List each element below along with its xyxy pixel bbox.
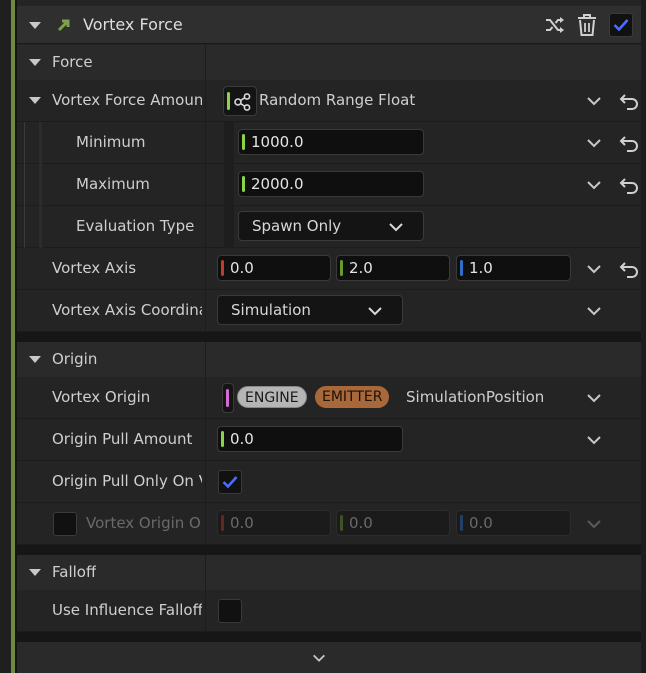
maximum-value: 2000.0 [251, 175, 304, 193]
left-gutter [0, 0, 11, 673]
module-enabled-checkbox[interactable] [609, 13, 633, 37]
chevron-down-icon[interactable] [585, 515, 603, 533]
dynamic-input-button[interactable] [223, 86, 257, 116]
right-gutter [641, 0, 646, 673]
section-force[interactable]: Force [17, 45, 641, 80]
row-origin-pull-amount: Origin Pull Amount 0.0 [17, 419, 641, 461]
maximum-input[interactable]: 2000.0 [238, 171, 424, 197]
row-evaluation-type: Evaluation Type Spawn Only [17, 206, 641, 248]
linked-input-button[interactable] [222, 383, 234, 413]
row-vortex-force-amount: Vortex Force Amoun Random Range Float [17, 80, 641, 122]
module-arrow-icon [57, 19, 70, 32]
section-origin[interactable]: Origin [17, 342, 641, 377]
row-label: Vortex Axis [52, 259, 137, 277]
engine-namespace-tag: ENGINE [237, 386, 307, 408]
row-label: Vortex Origin Of [86, 514, 201, 532]
vortex-origin-offset-x-value: 0.0 [230, 514, 254, 532]
shuffle-icon[interactable] [544, 15, 566, 35]
vortex-origin-offset-y-value: 0.0 [349, 514, 373, 532]
section-gap [17, 545, 641, 555]
chevron-down-icon[interactable] [585, 260, 603, 278]
origin-pull-only-checkbox[interactable] [218, 470, 242, 494]
expand-triangle-icon[interactable] [29, 97, 41, 104]
collapse-triangle-icon[interactable] [29, 22, 41, 29]
vortex-origin-offset-z-value: 0.0 [469, 514, 493, 532]
row-use-influence-falloff: Use Influence Falloff [17, 590, 641, 632]
section-title: Force [52, 53, 93, 71]
section-title: Falloff [52, 563, 97, 581]
module-title: Vortex Force [83, 15, 183, 34]
trash-icon[interactable] [576, 13, 598, 37]
collapse-triangle-icon[interactable] [29, 569, 41, 576]
vortex-origin-offset-y-input[interactable]: 0.0 [336, 510, 450, 536]
module-accent-bar [11, 0, 15, 673]
chevron-down-icon[interactable] [585, 92, 603, 110]
reset-arrow-icon[interactable] [619, 176, 639, 194]
row-label: Use Influence Falloff [52, 601, 202, 619]
origin-pull-amount-value: 0.0 [230, 430, 254, 448]
row-label: Vortex Force Amoun [52, 91, 202, 109]
row-label: Maximum [76, 175, 150, 193]
row-vortex-origin-offset: Vortex Origin Of 0.0 0.0 0.0 [17, 503, 641, 545]
chevron-down-icon[interactable] [585, 302, 603, 320]
evaluation-type-dropdown[interactable]: Spawn Only [238, 211, 424, 241]
coordinate-space-dropdown[interactable]: Simulation [217, 295, 403, 325]
dynamic-input-icon [234, 93, 251, 111]
section-falloff[interactable]: Falloff [17, 555, 641, 590]
use-influence-falloff-checkbox[interactable] [218, 599, 242, 623]
emitter-namespace-tag: EMITTER [315, 386, 390, 408]
vortex-origin-offset-z-input[interactable]: 0.0 [456, 510, 571, 536]
chevron-down-icon [313, 654, 325, 662]
row-label: Minimum [76, 133, 146, 151]
row-label: Origin Pull Amount [52, 430, 193, 448]
vortex-axis-z-value: 1.0 [469, 259, 493, 277]
vortex-axis-y-value: 2.0 [349, 259, 373, 277]
checkbox-checked-icon [613, 19, 629, 32]
row-maximum: Maximum 2000.0 [17, 164, 641, 206]
vortex-axis-z-input[interactable]: 1.0 [456, 255, 571, 281]
module-header[interactable]: Vortex Force [17, 6, 641, 44]
evaluation-type-value: Spawn Only [252, 217, 342, 235]
chevron-down-icon [368, 307, 382, 316]
row-label: Vortex Axis Coordina [52, 301, 202, 319]
row-label: Origin Pull Only On V [52, 472, 202, 490]
row-label: Vortex Origin [52, 388, 151, 406]
reset-arrow-icon[interactable] [619, 260, 639, 278]
row-minimum: Minimum 1000.0 [17, 122, 641, 164]
checkbox-checked-icon [222, 476, 238, 489]
chevron-down-icon[interactable] [585, 431, 603, 449]
origin-pull-amount-input[interactable]: 0.0 [217, 426, 403, 452]
float-pin-indicator [227, 92, 230, 110]
reset-arrow-icon[interactable] [619, 134, 639, 152]
position-pin-indicator [226, 389, 229, 407]
minimum-input[interactable]: 1000.0 [238, 129, 424, 155]
chevron-down-icon[interactable] [585, 389, 603, 407]
row-vortex-axis-coordinate-space: Vortex Axis Coordina Simulation [17, 290, 641, 332]
coordinate-space-value: Simulation [231, 301, 311, 319]
vortex-axis-x-value: 0.0 [230, 259, 254, 277]
collapse-triangle-icon[interactable] [29, 356, 41, 363]
collapse-triangle-icon[interactable] [29, 59, 41, 66]
dynamic-input-name: Random Range Float [259, 91, 416, 109]
chevron-down-icon[interactable] [585, 176, 603, 194]
minimum-value: 1000.0 [251, 133, 304, 151]
vortex-axis-x-input[interactable]: 0.0 [217, 255, 331, 281]
linked-parameter-name: SimulationPosition [406, 388, 545, 406]
section-title: Origin [52, 350, 98, 368]
chevron-down-icon [389, 223, 403, 232]
chevron-down-icon[interactable] [585, 134, 603, 152]
vortex-origin-offset-enable-checkbox[interactable] [53, 512, 77, 536]
vortex-origin-offset-x-input[interactable]: 0.0 [217, 510, 331, 536]
row-label: Evaluation Type [76, 217, 195, 235]
show-more-expander[interactable] [17, 642, 641, 673]
reset-arrow-icon[interactable] [619, 92, 639, 110]
row-vortex-axis: Vortex Axis 0.0 2.0 1.0 [17, 248, 641, 290]
section-gap [17, 332, 641, 342]
row-vortex-origin: Vortex Origin ENGINE EMITTER SimulationP… [17, 377, 641, 419]
row-origin-pull-only: Origin Pull Only On V [17, 461, 641, 503]
section-gap [17, 632, 641, 642]
vortex-axis-y-input[interactable]: 2.0 [336, 255, 450, 281]
